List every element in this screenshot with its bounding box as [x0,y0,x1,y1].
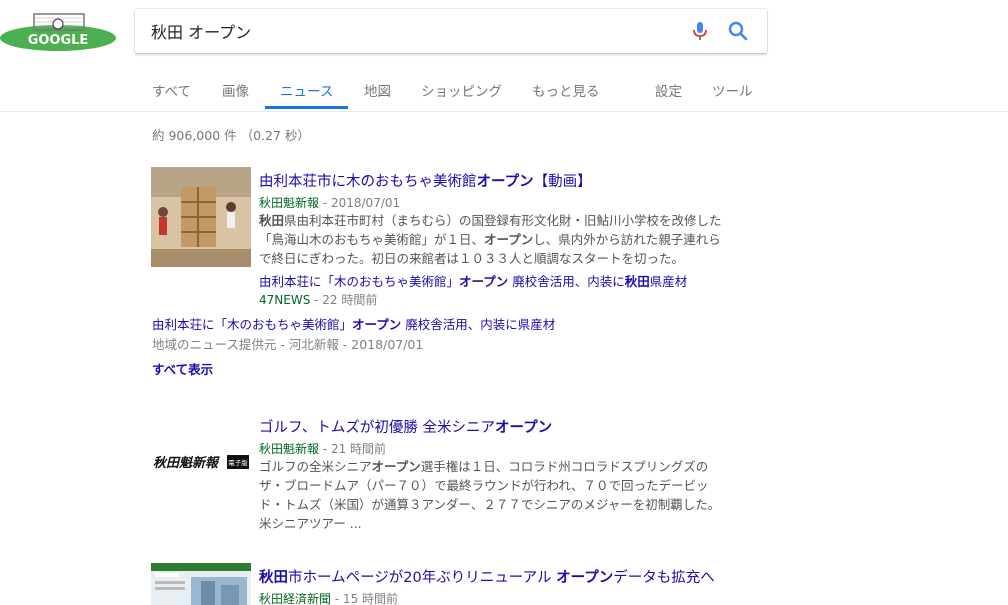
microphone-icon[interactable] [689,20,711,42]
result-snippet: 秋田県由利本荘市町村（まちむら）の国登録有形文化財・旧鮎川小学校を改修した 「鳥… [259,213,722,266]
result-thumbnail[interactable]: 秋田魁新報 電子版 [151,410,251,510]
result-source: 秋田魁新報 - 21 時間前 [259,442,387,456]
newspaper-logo-badge: 電子版 [228,458,248,467]
header-bar: GOOGLE すべて 画像 ニュース 地図 ショッピング もっと見る 設定 ツー… [0,0,1008,112]
result-title[interactable]: 由利本荘市に木のおもちゃ美術館オープン【動画】 [259,170,592,191]
tab-more[interactable]: もっと見る [532,80,600,100]
result-snippet: ゴルフの全米シニアオープン選手権は１日、コロラド州コロラドスプリングズの ザ・ブ… [259,459,721,531]
extra-article-source: 地域のニュース提供元 - 河北新報 - 2018/07/01 [152,337,424,352]
tab-all[interactable]: すべて [152,80,191,100]
active-tab-indicator [265,106,348,109]
result-source: 秋田経済新聞 - 15 時間前 [259,592,399,605]
result-thumbnail[interactable] [151,167,251,267]
tab-settings[interactable]: 設定 [655,80,682,100]
logo-text: GOOGLE [28,33,89,48]
tab-maps[interactable]: 地図 [364,80,391,100]
newspaper-logo-text: 秋田魁新報 [153,455,220,471]
result-stats: 約 906,000 件 （0.27 秒） [152,128,310,143]
related-article-link[interactable]: 由利本荘に「木のおもちゃ美術館」オープン 廃校舎活用、内装に秋田県産材 [259,271,687,290]
tab-shopping[interactable]: ショッピング [421,80,502,100]
search-icon[interactable] [727,20,749,42]
result-title[interactable]: 秋田市ホームページが20年ぶりリニューアル オープンデータも拡充へ [259,566,715,587]
show-all-link[interactable]: すべて表示 [152,359,213,378]
tab-news[interactable]: ニュース [280,80,333,100]
search-box [135,9,767,53]
search-input[interactable] [151,21,671,41]
result-thumbnail[interactable] [151,563,251,605]
tab-tools[interactable]: ツール [712,80,753,100]
tab-images[interactable]: 画像 [222,80,249,100]
result-title[interactable]: ゴルフ、トムズが初優勝 全米シニアオープン [259,416,552,437]
result-source: 秋田魁新報 - 2018/07/01 [259,196,401,210]
google-doodle-logo[interactable]: GOOGLE [0,12,118,52]
related-article-source: 47NEWS - 22 時間前 [259,293,378,307]
extra-article-link[interactable]: 由利本荘に「木のおもちゃ美術館」オープン 廃校舎活用、内装に県産材 [152,314,555,333]
